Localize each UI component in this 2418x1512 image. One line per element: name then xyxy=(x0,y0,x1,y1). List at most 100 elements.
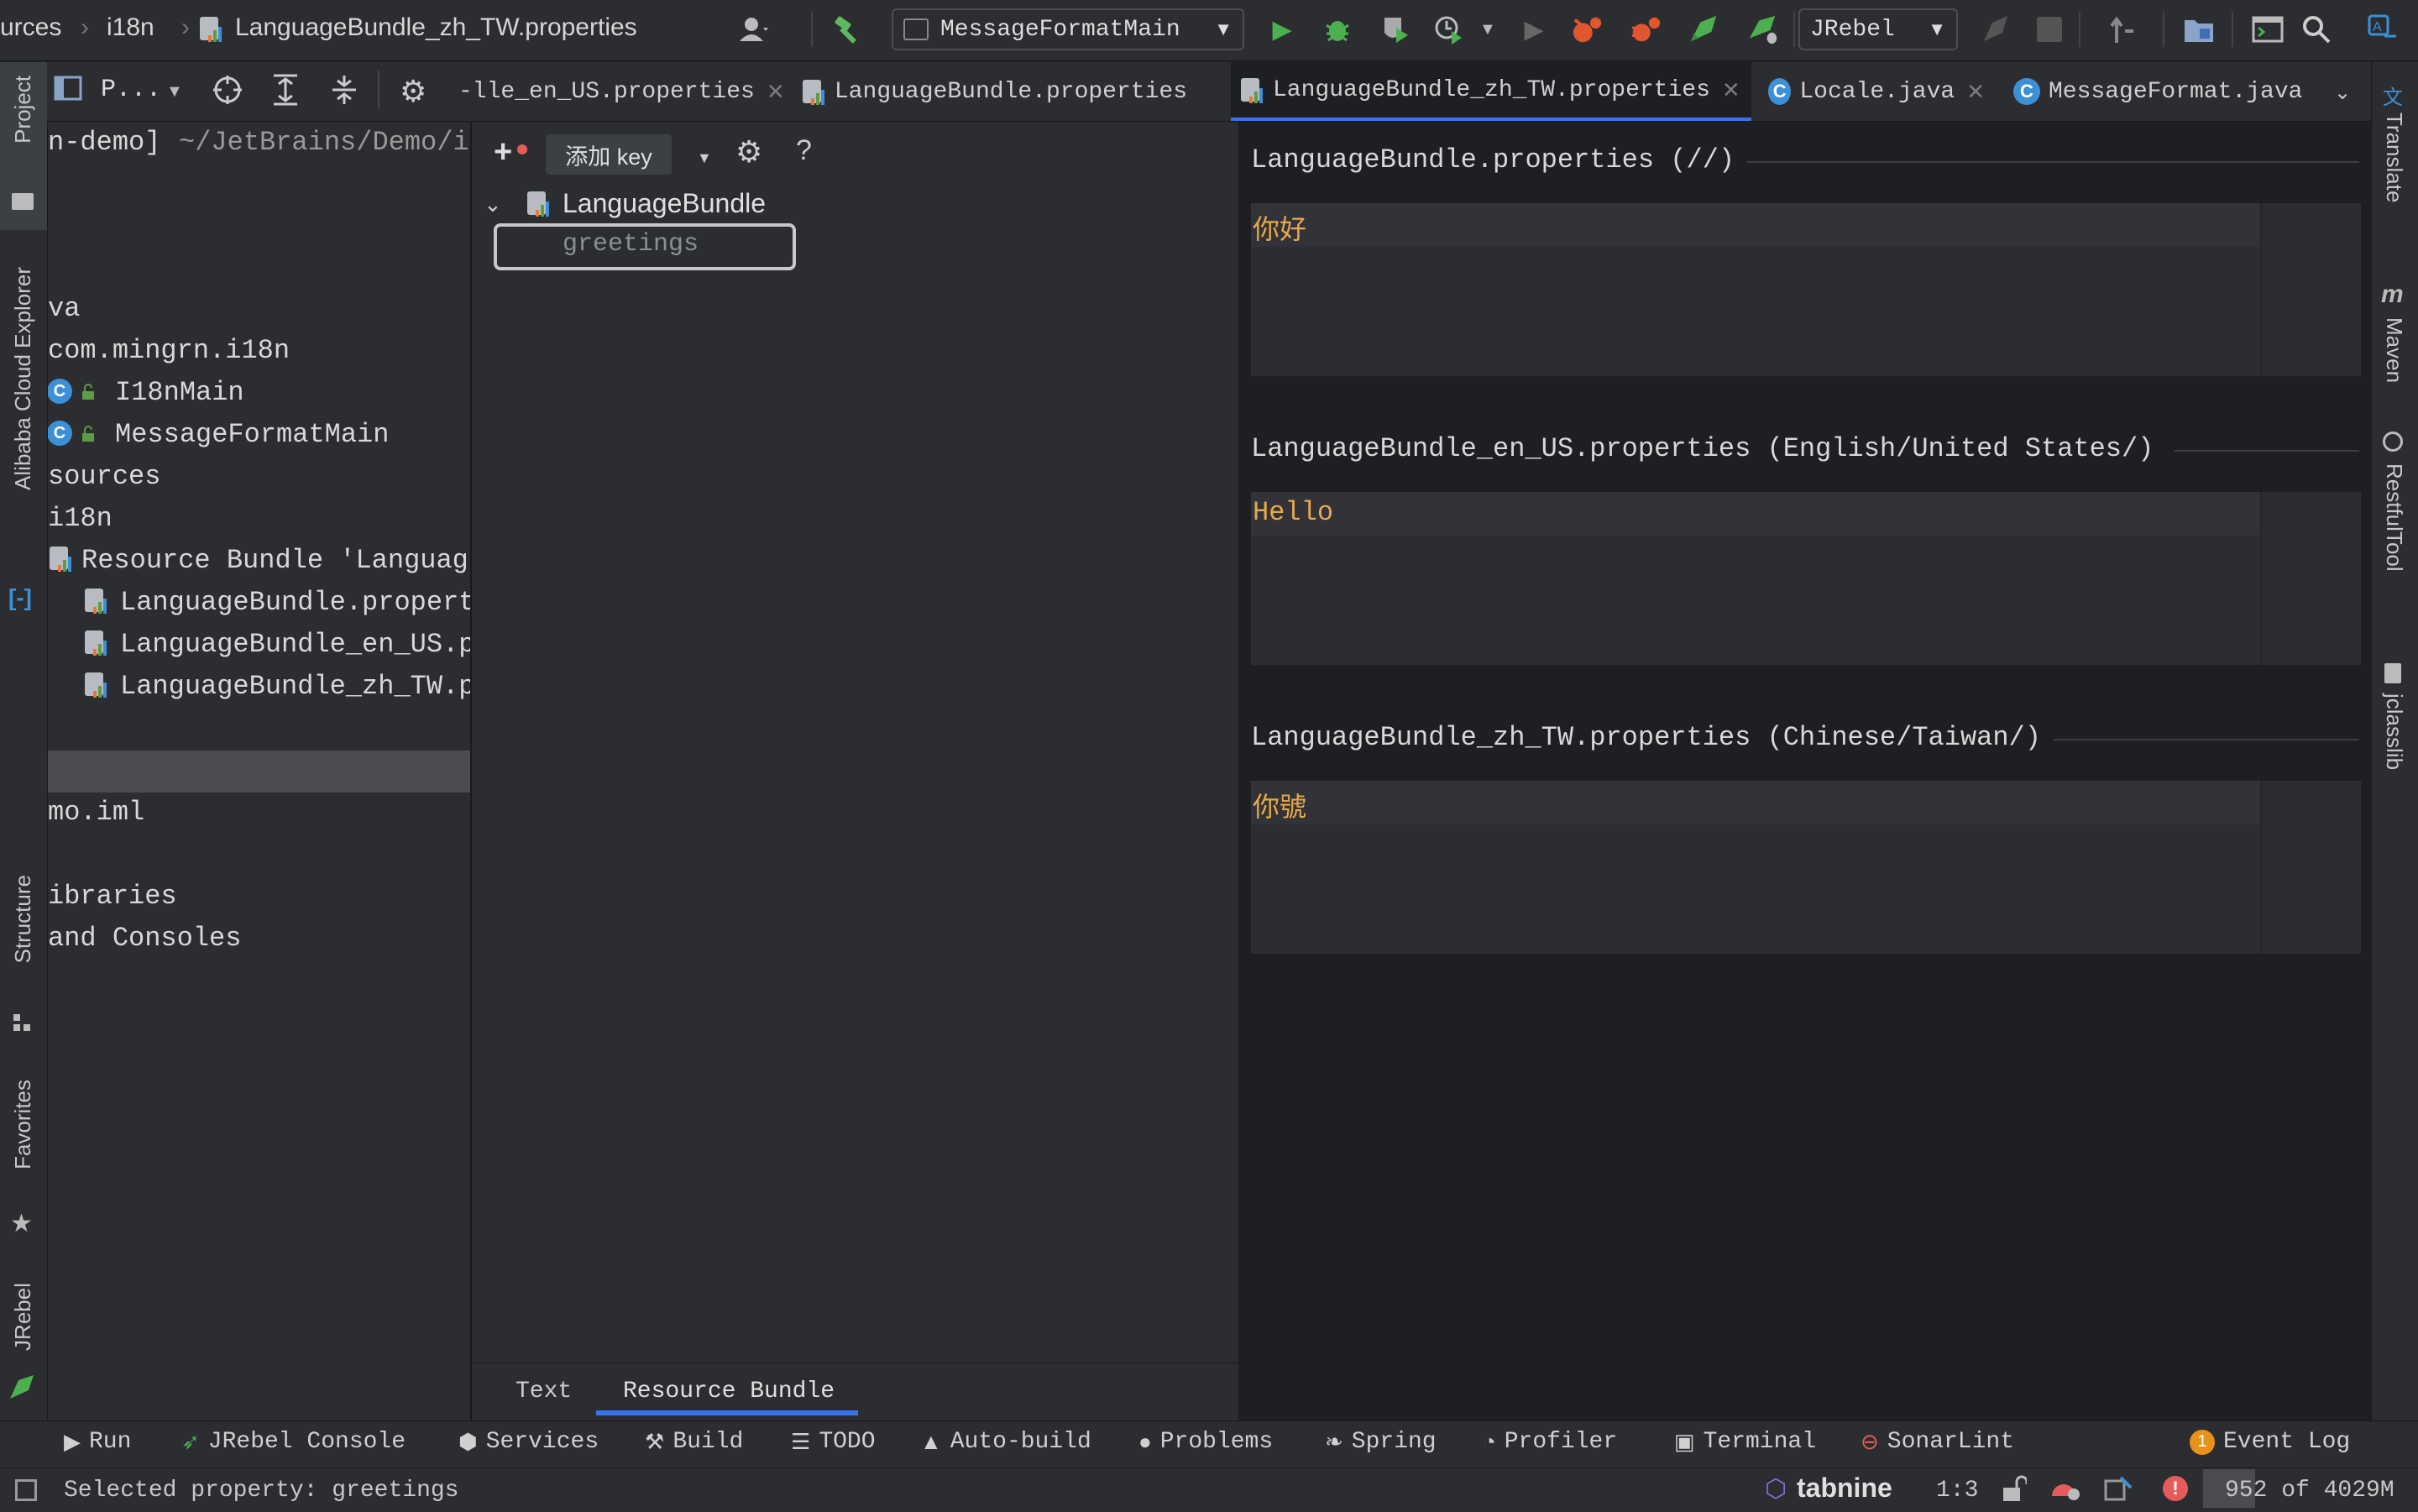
tree-item-languagebundle-en-us[interactable]: LanguageBundle_en_US.p xyxy=(120,629,470,660)
jrebel-selector[interactable]: JRebel ▼ xyxy=(1798,8,1958,50)
tool-jrebel-console[interactable]: ➶ JRebel Console xyxy=(181,1429,406,1455)
tabnine-label[interactable]: tabnine xyxy=(1797,1473,1892,1504)
value-en-us[interactable]: Hello xyxy=(1253,497,1333,528)
tree-item-languagebundle-zh-tw[interactable]: LanguageBundle_zh_TW.p xyxy=(120,671,470,702)
tab-text[interactable]: Text xyxy=(516,1379,572,1405)
run-config-selector[interactable]: MessageFormatMain ▼ xyxy=(892,8,1244,50)
jrebel-tool-label[interactable]: JRebel xyxy=(10,1283,36,1351)
help-icon[interactable]: ? xyxy=(796,134,812,167)
chevron-down-icon[interactable]: ▼ xyxy=(1479,20,1496,39)
error-indicator-icon[interactable]: ! xyxy=(2163,1476,2188,1501)
tool-services[interactable]: ⬢ Services xyxy=(458,1429,599,1455)
alibaba-cloud-explorer-label[interactable]: Alibaba Cloud Explorer xyxy=(10,267,36,490)
bundle-name[interactable]: LanguageBundle xyxy=(563,188,766,219)
project-structure-icon[interactable] xyxy=(2183,13,2215,45)
tree-item-i18nmain[interactable]: I18nMain xyxy=(115,377,244,408)
close-icon[interactable]: ✕ xyxy=(1966,79,1985,105)
tab-messageformat-java[interactable]: C MessageFormat.java xyxy=(2005,62,2316,121)
project-root-name[interactable]: n-demo] xyxy=(48,127,160,158)
favorites-tool-label[interactable]: Favorites xyxy=(10,1080,36,1169)
tool-build[interactable]: ⚒ Build xyxy=(645,1429,743,1455)
memory-indicator[interactable]: 952 of 4029M xyxy=(2203,1469,2410,1508)
restfultool-label[interactable]: RestfulTool xyxy=(2381,463,2407,572)
lock-open-icon[interactable] xyxy=(2002,1474,2028,1507)
project-tool-label[interactable]: Project xyxy=(10,76,36,144)
translate-toolbar-icon[interactable]: A xyxy=(2368,13,2400,45)
value-editor-default[interactable] xyxy=(1251,203,2361,376)
tab-resource-bundle[interactable]: Resource Bundle xyxy=(623,1379,835,1405)
add-key-button[interactable]: + xyxy=(494,134,512,170)
tab-zh-tw-properties[interactable]: LanguageBundle_zh_TW.properties ✕ xyxy=(1231,62,1751,121)
close-icon[interactable]: ✕ xyxy=(1722,77,1740,103)
tree-item-resource-bundle[interactable]: Resource Bundle 'Languag xyxy=(81,545,468,576)
tree-item-scratches[interactable]: and Consoles xyxy=(48,923,241,954)
chevron-down-icon[interactable]: ⌄ xyxy=(2334,81,2351,105)
chevron-down-icon[interactable]: ▼ xyxy=(697,149,712,167)
caret-position[interactable]: 1:3 xyxy=(1936,1478,1978,1504)
vcs-push-icon[interactable] xyxy=(2106,13,2138,45)
tool-run[interactable]: ▶ Run xyxy=(64,1429,131,1455)
terminal-window-icon[interactable] xyxy=(2252,13,2284,45)
value-editor-en-us[interactable] xyxy=(1251,492,2361,665)
tree-item-external-libraries[interactable]: ibraries xyxy=(48,881,177,912)
breadcrumb-resources[interactable]: urces xyxy=(0,13,61,42)
project-view-selector[interactable]: P... xyxy=(101,76,161,104)
value-editor-zh-tw[interactable] xyxy=(1251,781,2361,954)
tree-item-i18n[interactable]: i18n xyxy=(48,503,113,534)
structure-tool-label[interactable]: Structure xyxy=(10,875,36,964)
tool-problems[interactable]: ● Problems xyxy=(1138,1429,1273,1455)
profile-icon[interactable] xyxy=(1432,13,1464,45)
jrebel-debug-icon[interactable] xyxy=(1630,13,1662,45)
tool-auto-build[interactable]: ▲ Auto-build xyxy=(920,1429,1091,1455)
toolbar-divider xyxy=(2163,12,2164,47)
user-icon[interactable] xyxy=(739,13,771,45)
tool-sonarlint[interactable]: ⊖ SonarLint xyxy=(1861,1429,2014,1455)
jrebel-rocket-debug-icon[interactable] xyxy=(1746,13,1778,45)
toggle-tool-windows-icon[interactable] xyxy=(15,1479,37,1501)
locate-icon[interactable] xyxy=(212,74,243,110)
tab-locale-java[interactable]: C Locale.java ✕ xyxy=(1760,62,1993,121)
search-icon[interactable] xyxy=(2300,13,2332,45)
tool-spring[interactable]: ❧ Spring xyxy=(1325,1429,1437,1455)
tree-item-java[interactable]: va xyxy=(48,293,80,324)
coverage-icon[interactable] xyxy=(1379,13,1410,45)
tree-selection-row[interactable] xyxy=(48,751,470,793)
structure-icon xyxy=(12,1012,32,1033)
properties-file-icon xyxy=(1239,76,1264,103)
key-greetings[interactable]: greetings xyxy=(563,230,699,259)
tree-item-resources[interactable]: sources xyxy=(48,461,160,492)
jrebel-rocket-icon[interactable] xyxy=(1688,13,1719,45)
gear-icon[interactable]: ⚙ xyxy=(735,134,762,170)
jrebel-run-icon[interactable] xyxy=(1572,13,1604,45)
power-save-icon[interactable] xyxy=(2104,1474,2134,1507)
breadcrumb-file[interactable]: LanguageBundle_zh_TW.properties xyxy=(235,13,637,42)
tool-terminal[interactable]: ▣ Terminal xyxy=(1674,1429,1816,1455)
breadcrumb-i18n[interactable]: i18n xyxy=(107,13,154,42)
tool-event-log[interactable]: 1 Event Log xyxy=(2190,1429,2350,1455)
tool-profiler[interactable]: ◔ Profiler xyxy=(1483,1429,1617,1455)
tab-languagebundle-properties[interactable]: LanguageBundle.properties xyxy=(793,62,1196,121)
value-default[interactable]: 你好 xyxy=(1253,208,1306,247)
jclasslib-tool-label[interactable]: jclasslib xyxy=(2381,693,2407,770)
translate-tool-label[interactable]: Translate xyxy=(2381,112,2407,202)
chevron-down-icon[interactable]: ⌄ xyxy=(484,191,502,217)
run-icon[interactable]: ▶ xyxy=(1266,13,1298,45)
value-zh-tw[interactable]: 你號 xyxy=(1253,786,1306,824)
collapse-all-icon[interactable] xyxy=(329,74,359,110)
tree-item-iml[interactable]: mo.iml xyxy=(48,797,144,828)
maven-tool-label[interactable]: Maven xyxy=(2381,317,2407,383)
gear-icon[interactable]: ⚙ xyxy=(400,74,427,109)
close-icon[interactable]: ✕ xyxy=(767,79,785,105)
section-header-zh-tw: LanguageBundle_zh_TW.properties (Chinese… xyxy=(1251,722,2041,753)
tree-item-messageformatmain[interactable]: MessageFormatMain xyxy=(115,419,389,450)
expand-all-icon[interactable] xyxy=(270,74,301,110)
tree-item-package[interactable]: com.mingrn.i18n xyxy=(48,335,290,366)
project-view-icon[interactable] xyxy=(54,76,84,102)
tool-todo[interactable]: ☰ TODO xyxy=(791,1429,876,1455)
sonarlint-status-icon[interactable] xyxy=(2049,1473,2082,1507)
tree-item-languagebundle[interactable]: LanguageBundle.propert xyxy=(120,587,470,618)
debug-icon[interactable] xyxy=(1322,13,1353,45)
tab-en-us-properties[interactable]: -lle_en_US.properties ✕ xyxy=(450,62,785,121)
chevron-down-icon[interactable]: ▼ xyxy=(166,82,183,102)
build-hammer-icon[interactable] xyxy=(831,13,863,45)
